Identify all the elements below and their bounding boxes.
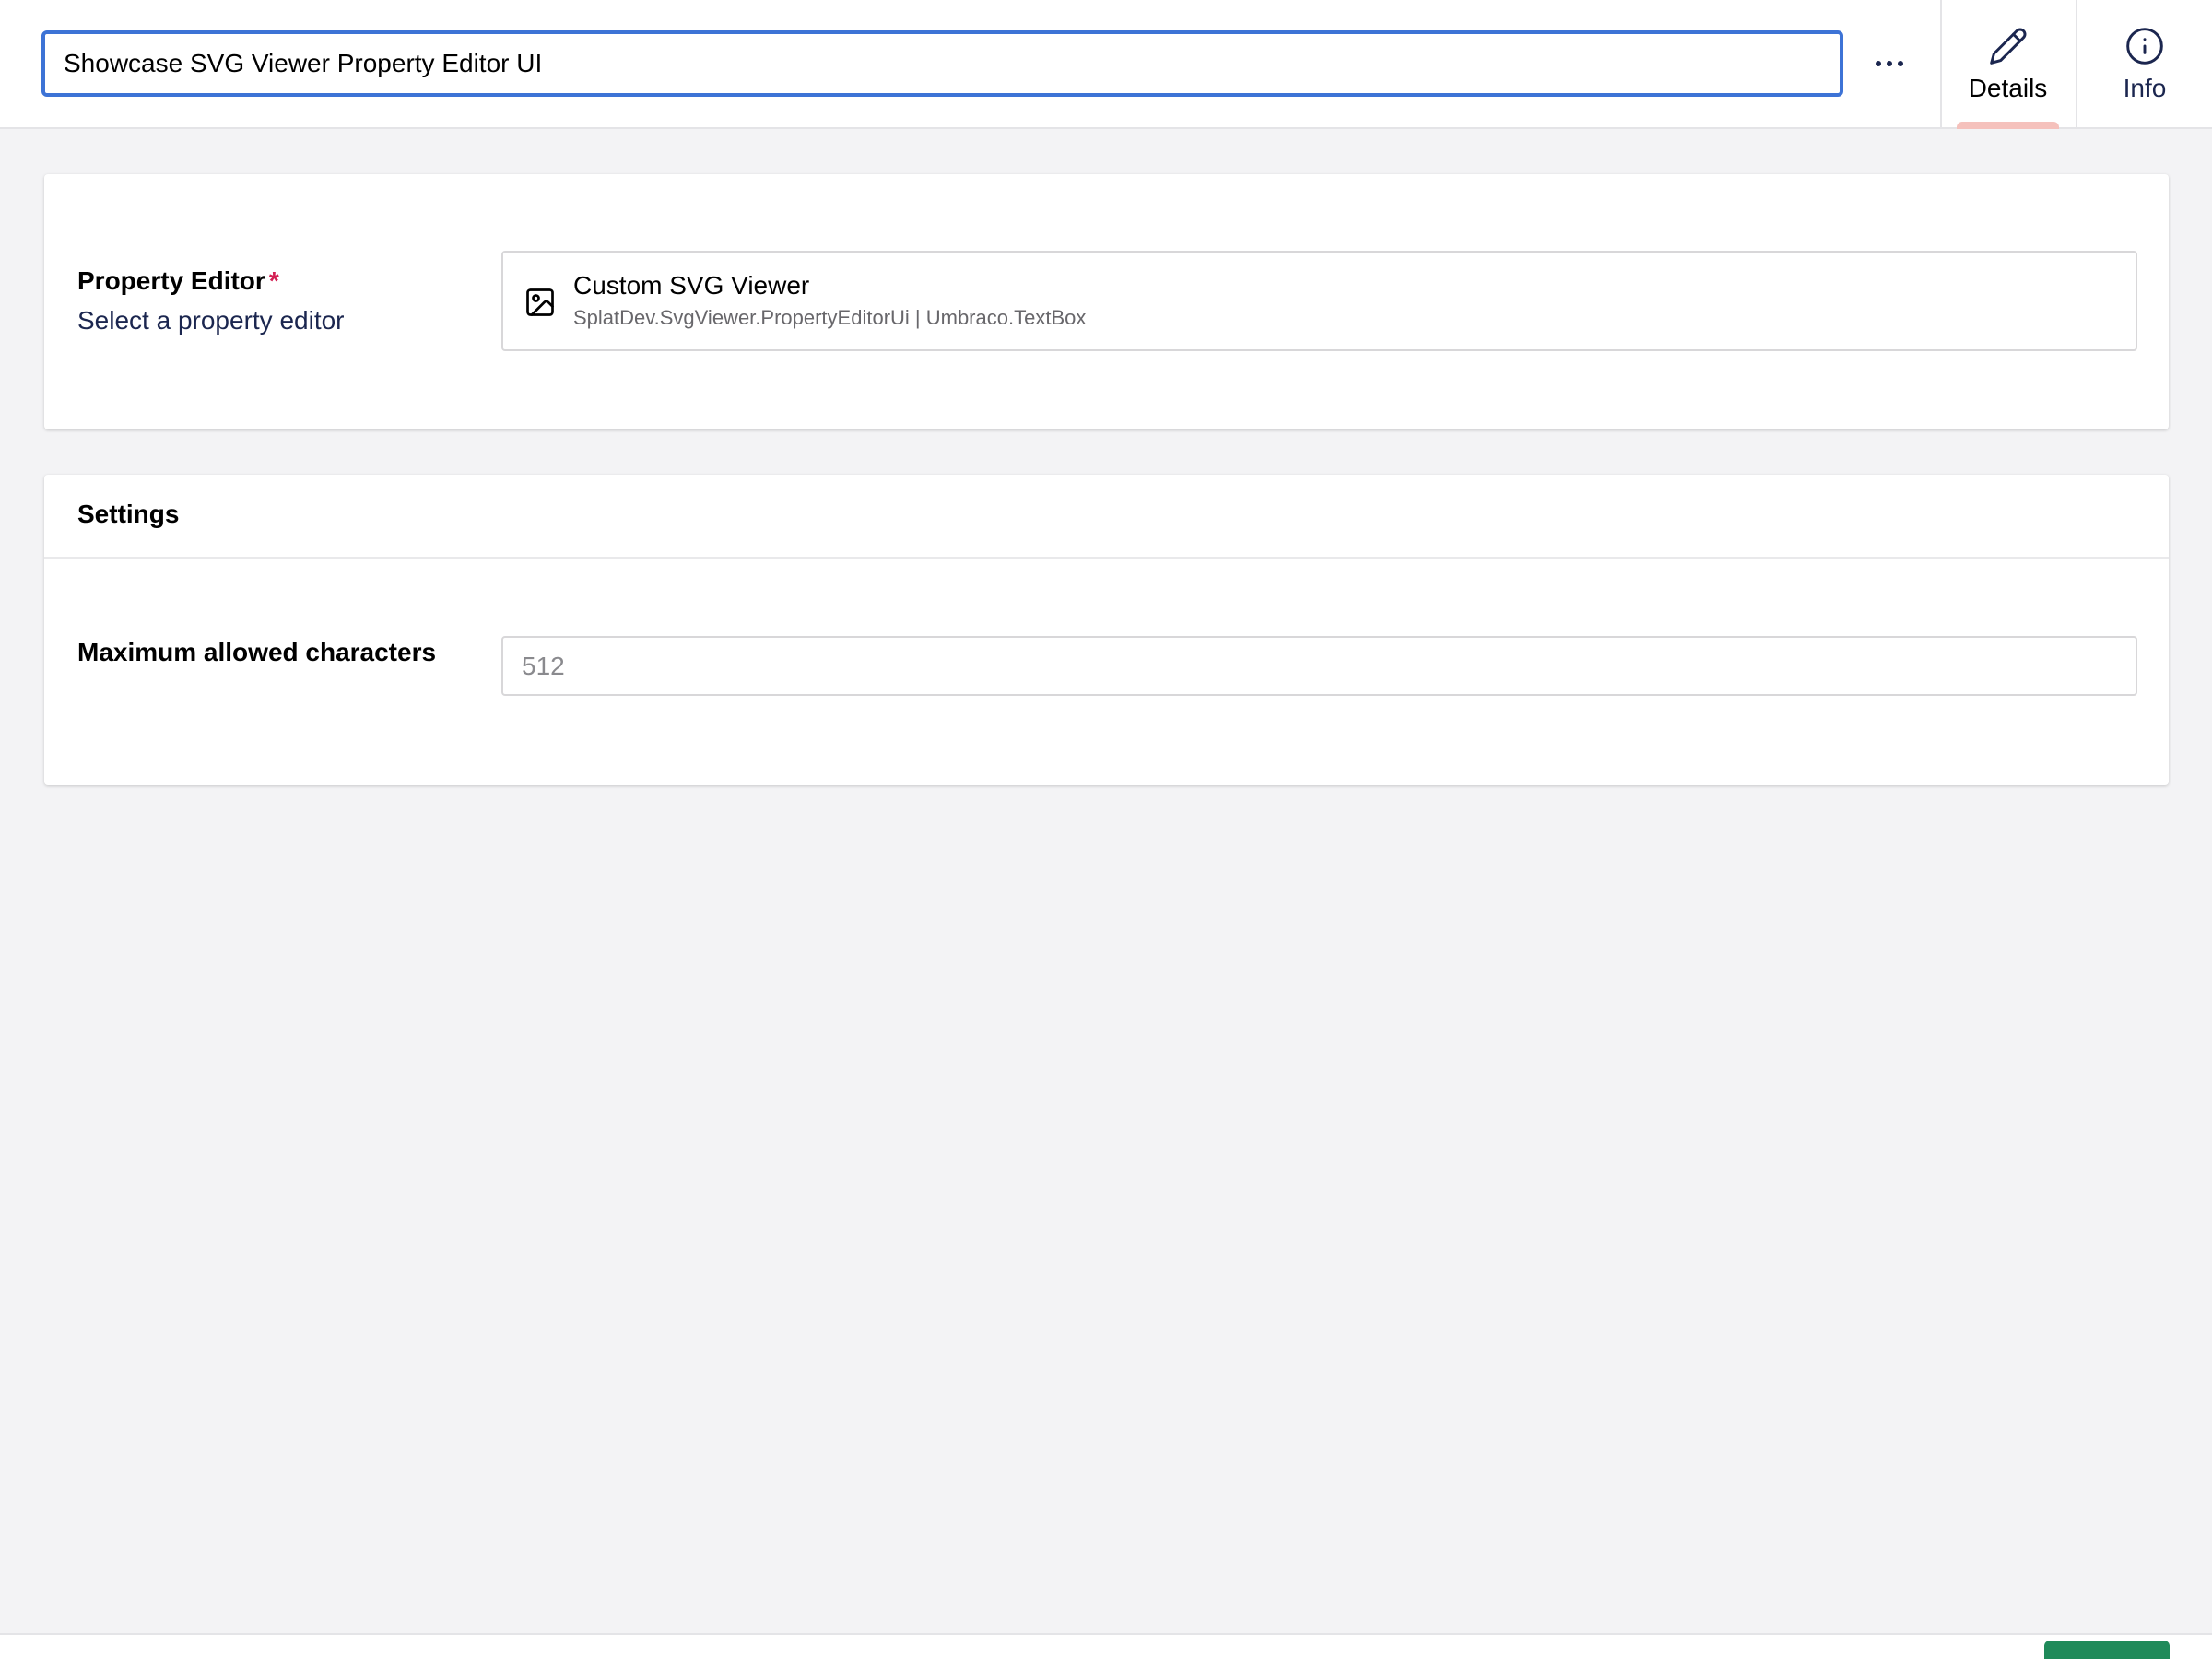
settings-card: Settings Maximum allowed characters [44, 475, 2169, 785]
required-mark: * [268, 266, 279, 295]
tab-info[interactable]: Info [2076, 0, 2212, 129]
footer-action-button[interactable] [2044, 1641, 2170, 1659]
tab-details[interactable]: Details [1940, 0, 2074, 129]
active-tab-indicator [1957, 122, 2059, 129]
pencil-icon [1989, 28, 2026, 65]
max-chars-label: Maximum allowed characters [77, 638, 437, 666]
tab-details-label: Details [1968, 74, 2048, 102]
picker-editor-alias: SplatDev.SvgViewer.PropertyEditorUi | Um… [573, 306, 1087, 329]
picker-editor-name: Custom SVG Viewer [573, 271, 810, 300]
max-chars-input[interactable] [501, 636, 2137, 696]
property-editor-description: Select a property editor [77, 306, 345, 335]
workspace-footer [0, 1633, 2212, 1659]
app-root: Details Info Property Editor* Select a p… [0, 0, 2212, 1659]
image-icon [526, 288, 554, 316]
settings-header: Settings [44, 475, 2169, 559]
property-editor-card: Property Editor * Select a property edito… [44, 174, 2169, 429]
tab-info-label: Info [2123, 74, 2167, 102]
property-editor-label: Property Editor * [77, 266, 279, 296]
ellipsis-icon [1876, 61, 1903, 66]
name-input[interactable] [41, 30, 1843, 97]
property-editor-label-text: Property Editor [77, 266, 265, 295]
more-actions-button[interactable] [1860, 30, 1919, 97]
property-editor-picker[interactable]: Custom SVG Viewer SplatDev.SvgViewer.Pro… [501, 251, 2137, 351]
info-icon [2126, 28, 2163, 65]
workspace-header: Details Info [0, 0, 2212, 129]
settings-title: Settings [77, 500, 180, 528]
